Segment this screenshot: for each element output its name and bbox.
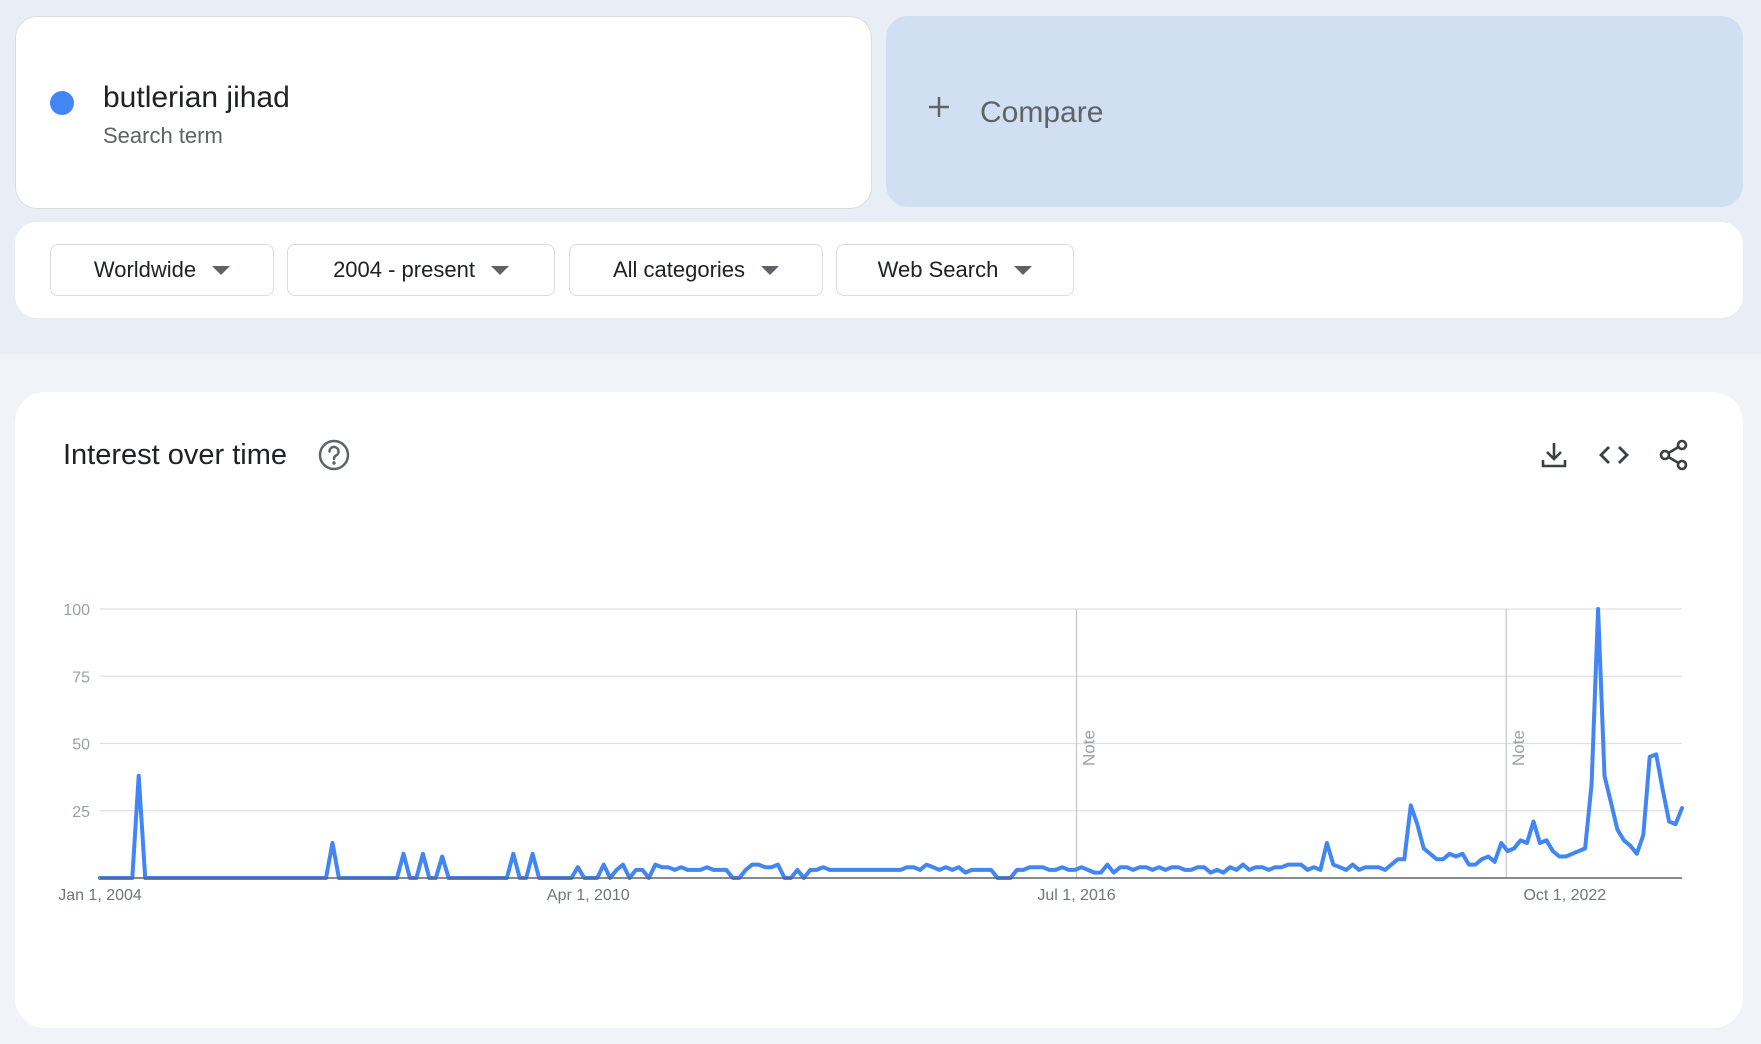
category-filter-label: All categories: [612, 257, 746, 282]
note-label: Note: [1509, 730, 1528, 766]
location-filter-label: Worldwide: [93, 257, 197, 282]
search-term-name[interactable]: butlerian jihad: [103, 81, 290, 115]
dropdown-arrow-icon: [1014, 265, 1033, 275]
y-tick-label: 75: [72, 669, 90, 686]
category-filter[interactable]: All categories: [569, 244, 823, 296]
time-range-filter[interactable]: 2004 - present: [287, 244, 555, 296]
search-term-card[interactable]: butlerian jihad Search term: [15, 16, 872, 209]
search-type-filter[interactable]: Web Search: [836, 244, 1074, 296]
search-type-filter-label: Web Search: [877, 257, 999, 282]
compare-label: Compare: [980, 96, 1104, 129]
time-range-filter-label: 2004 - present: [333, 257, 475, 282]
search-term-subtitle: Search term: [103, 123, 223, 148]
y-tick-label: 50: [72, 737, 90, 754]
filter-bar: Worldwide 2004 - present All categories …: [15, 222, 1743, 318]
interest-chart: 100 75 50 25 Note Note Jan 1, 2004 Apr 1, 2010 J…: [58, 602, 1684, 904]
x-tick-label: Apr 1, 2010: [547, 887, 630, 904]
interest-over-time-panel: Interest over time 100 75 50 25 Note Note Jan …: [15, 392, 1743, 1028]
series-color-dot: [50, 91, 74, 115]
x-tick-label: Jul 1, 2016: [1037, 887, 1115, 904]
x-tick-label: Jan 1, 2004: [58, 887, 142, 904]
dropdown-arrow-icon: [490, 265, 509, 275]
dropdown-arrow-icon: [761, 265, 780, 275]
dropdown-arrow-icon: [212, 265, 231, 275]
plus-icon: [929, 97, 949, 117]
y-tick-label: 25: [72, 804, 90, 821]
y-tick-label: 100: [63, 602, 90, 619]
x-tick-label: Oct 1, 2022: [1523, 887, 1606, 904]
note-label: Note: [1080, 730, 1099, 766]
compare-button[interactable]: Compare: [886, 16, 1743, 207]
location-filter[interactable]: Worldwide: [50, 244, 274, 296]
